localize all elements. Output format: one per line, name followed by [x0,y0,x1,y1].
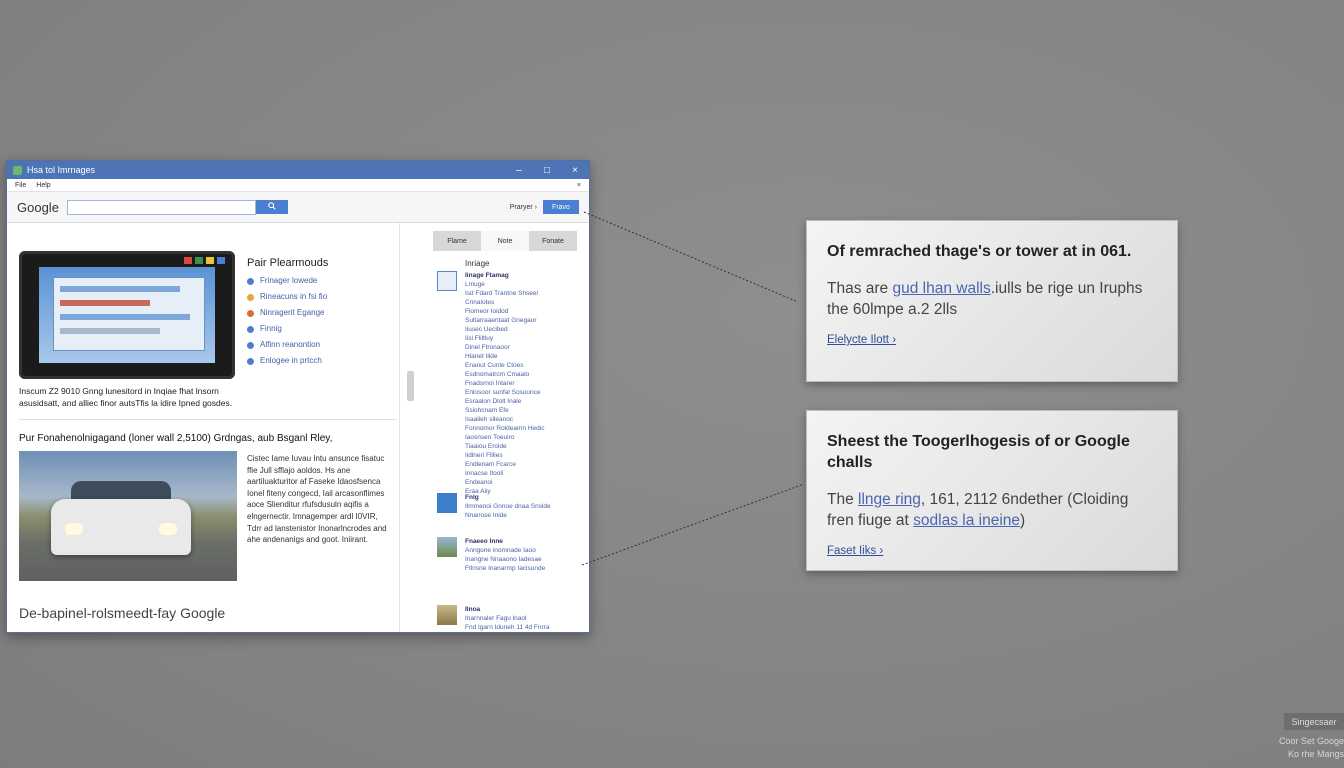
menu-file[interactable]: File [15,182,26,189]
corner-caption: Coor Set Googe Ko rhe Mangs [1278,736,1344,759]
sidebar-result[interactable]: Ilnoa Inarnnaler Fagu lnaol Fnd Igarn Id… [437,605,549,632]
result-thumbnail[interactable] [437,605,457,625]
callout-title: Sheest the Toogerlhogesis of or Google c… [827,433,1130,471]
close-icon[interactable]: × [561,165,589,176]
feature-item[interactable]: Finnig [247,321,327,337]
connector-line [581,483,805,566]
google-logo: Google [17,199,59,215]
result-thumbnail[interactable] [437,493,457,513]
footer-caption: De-bapinel-rolsmeedt-fay Google [19,605,226,621]
main-column: Pair Plearmouds Frinager lowede Rineacun… [7,223,400,632]
callout-link[interactable]: Faset Iiks › [827,545,1157,557]
tab-note[interactable]: Note [481,231,529,251]
tablet-image[interactable] [19,251,235,379]
bullet-icon [247,341,254,349]
content-area: Pair Plearmouds Frinager lowede Rineacun… [7,223,589,632]
toolbar: Google Praryer › Fravo [7,192,589,223]
callout-card-1: Of remrached thage's or tower at in 061.… [806,220,1178,382]
browser-window: Hsa tol Imrnages – □ × File Help × Googl… [6,160,590,633]
image-sidebar: Flame Note Fonate Inriage Iinage Ftamag … [433,223,583,632]
tab-fonate[interactable]: Fonate [529,231,577,251]
tablet-app-window [53,277,205,351]
feature-item[interactable]: Enlogee in prtcch [247,353,327,369]
result-card-tablet: Pair Plearmouds Frinager lowede Rineacun… [19,251,397,420]
title-bar: Hsa tol Imrnages – □ × [7,161,589,179]
car-headlight [159,523,177,535]
sidebar-heading: Inriage [465,259,490,268]
result-text: Iinage Ftamag Lmuge Isd Fdard Trantne Sh… [465,272,545,495]
menu-close-icon[interactable]: × [577,182,581,189]
menu-help[interactable]: Help [36,182,50,189]
feature-item[interactable]: Ninragerit Egange [247,305,327,321]
sidebar-result[interactable]: Iinage Ftamag Lmuge Isd Fdard Trantne Sh… [437,271,544,496]
corner-badge: Singecsaer [1284,713,1344,730]
maximize-icon[interactable]: □ [533,165,561,176]
preferences-button[interactable]: Fravo [543,200,579,214]
feature-list: Frinager lowede Rineacuns in fsi fio Nin… [247,273,327,369]
bullet-icon [247,357,254,365]
bullet-icon [247,293,254,301]
callout-link[interactable]: Elelycte Ilott › [827,334,1157,346]
tab-flame[interactable]: Flame [433,231,481,251]
search-input[interactable] [66,199,256,215]
result-text: Fnlg Ilmmenoi Gnnoe dnaa Snslde Nnanose … [465,494,551,519]
preferences-link[interactable]: Praryer › [510,204,537,211]
callout-body: The llnge ring, 161, 2112 6ndether (Cloi… [827,491,1129,529]
callout-inline-link[interactable]: sodlas la ineine [913,512,1020,529]
feature-item[interactable]: Alfinn reanontion [247,337,327,353]
sidebar-result[interactable]: Fnlg Ilmmenoi Gnnoe dnaa Snslde Nnanose … [437,493,551,520]
card-heading: Pair Plearmouds [247,257,329,269]
tablet-screen [39,267,215,363]
minimize-icon[interactable]: – [505,165,533,176]
card-description: Inscum Z2 9010 Gnng lunesitord in Inqiae… [19,386,233,408]
card2-description: Cistec Iame Iuvau Intu ansunce fisatuc f… [247,454,387,545]
callout-inline-link[interactable]: gud lhan walls [892,280,990,297]
callout-card-2: Sheest the Toogerlhogesis of or Google c… [806,410,1178,571]
sidebar-result[interactable]: Fnaeeo Inne Anngone inomnade Iaoo Inangn… [437,537,545,573]
sidebar-tabs: Flame Note Fonate [433,231,577,251]
result-text: Fnaeeo Inne Anngone inomnade Iaoo Inangn… [465,538,546,572]
bullet-icon [247,277,254,285]
bullet-icon [247,309,254,317]
search-icon [268,202,276,212]
menu-bar: File Help × [7,179,589,192]
tablet-status-dots [184,257,225,264]
window-title: Hsa tol Imrnages [27,165,96,175]
callout-title: Of remrached thage's or tower at in 061. [827,243,1132,260]
car-image[interactable] [19,451,237,581]
connector-line [583,211,799,303]
callout-inline-link[interactable]: llnge ring [858,491,921,508]
feature-item[interactable]: Frinager lowede [247,273,327,289]
result-text: Ilnoa Inarnnaler Fagu lnaol Fnd Igarn Id… [465,606,550,631]
search-button[interactable] [255,200,288,214]
callout-body: Thas are gud lhan walls.iulls be rige un… [827,280,1143,318]
result-thumbnail[interactable] [437,537,457,557]
car-headlight [65,523,83,535]
bullet-icon [247,325,254,333]
scrollbar-thumb[interactable] [407,371,414,401]
result-thumbnail[interactable] [437,271,457,291]
card2-title[interactable]: Pur Fonahenolnigagand (loner wall 2,5100… [19,433,332,444]
app-icon [13,165,22,175]
feature-item[interactable]: Rineacuns in fsi fio [247,289,327,305]
